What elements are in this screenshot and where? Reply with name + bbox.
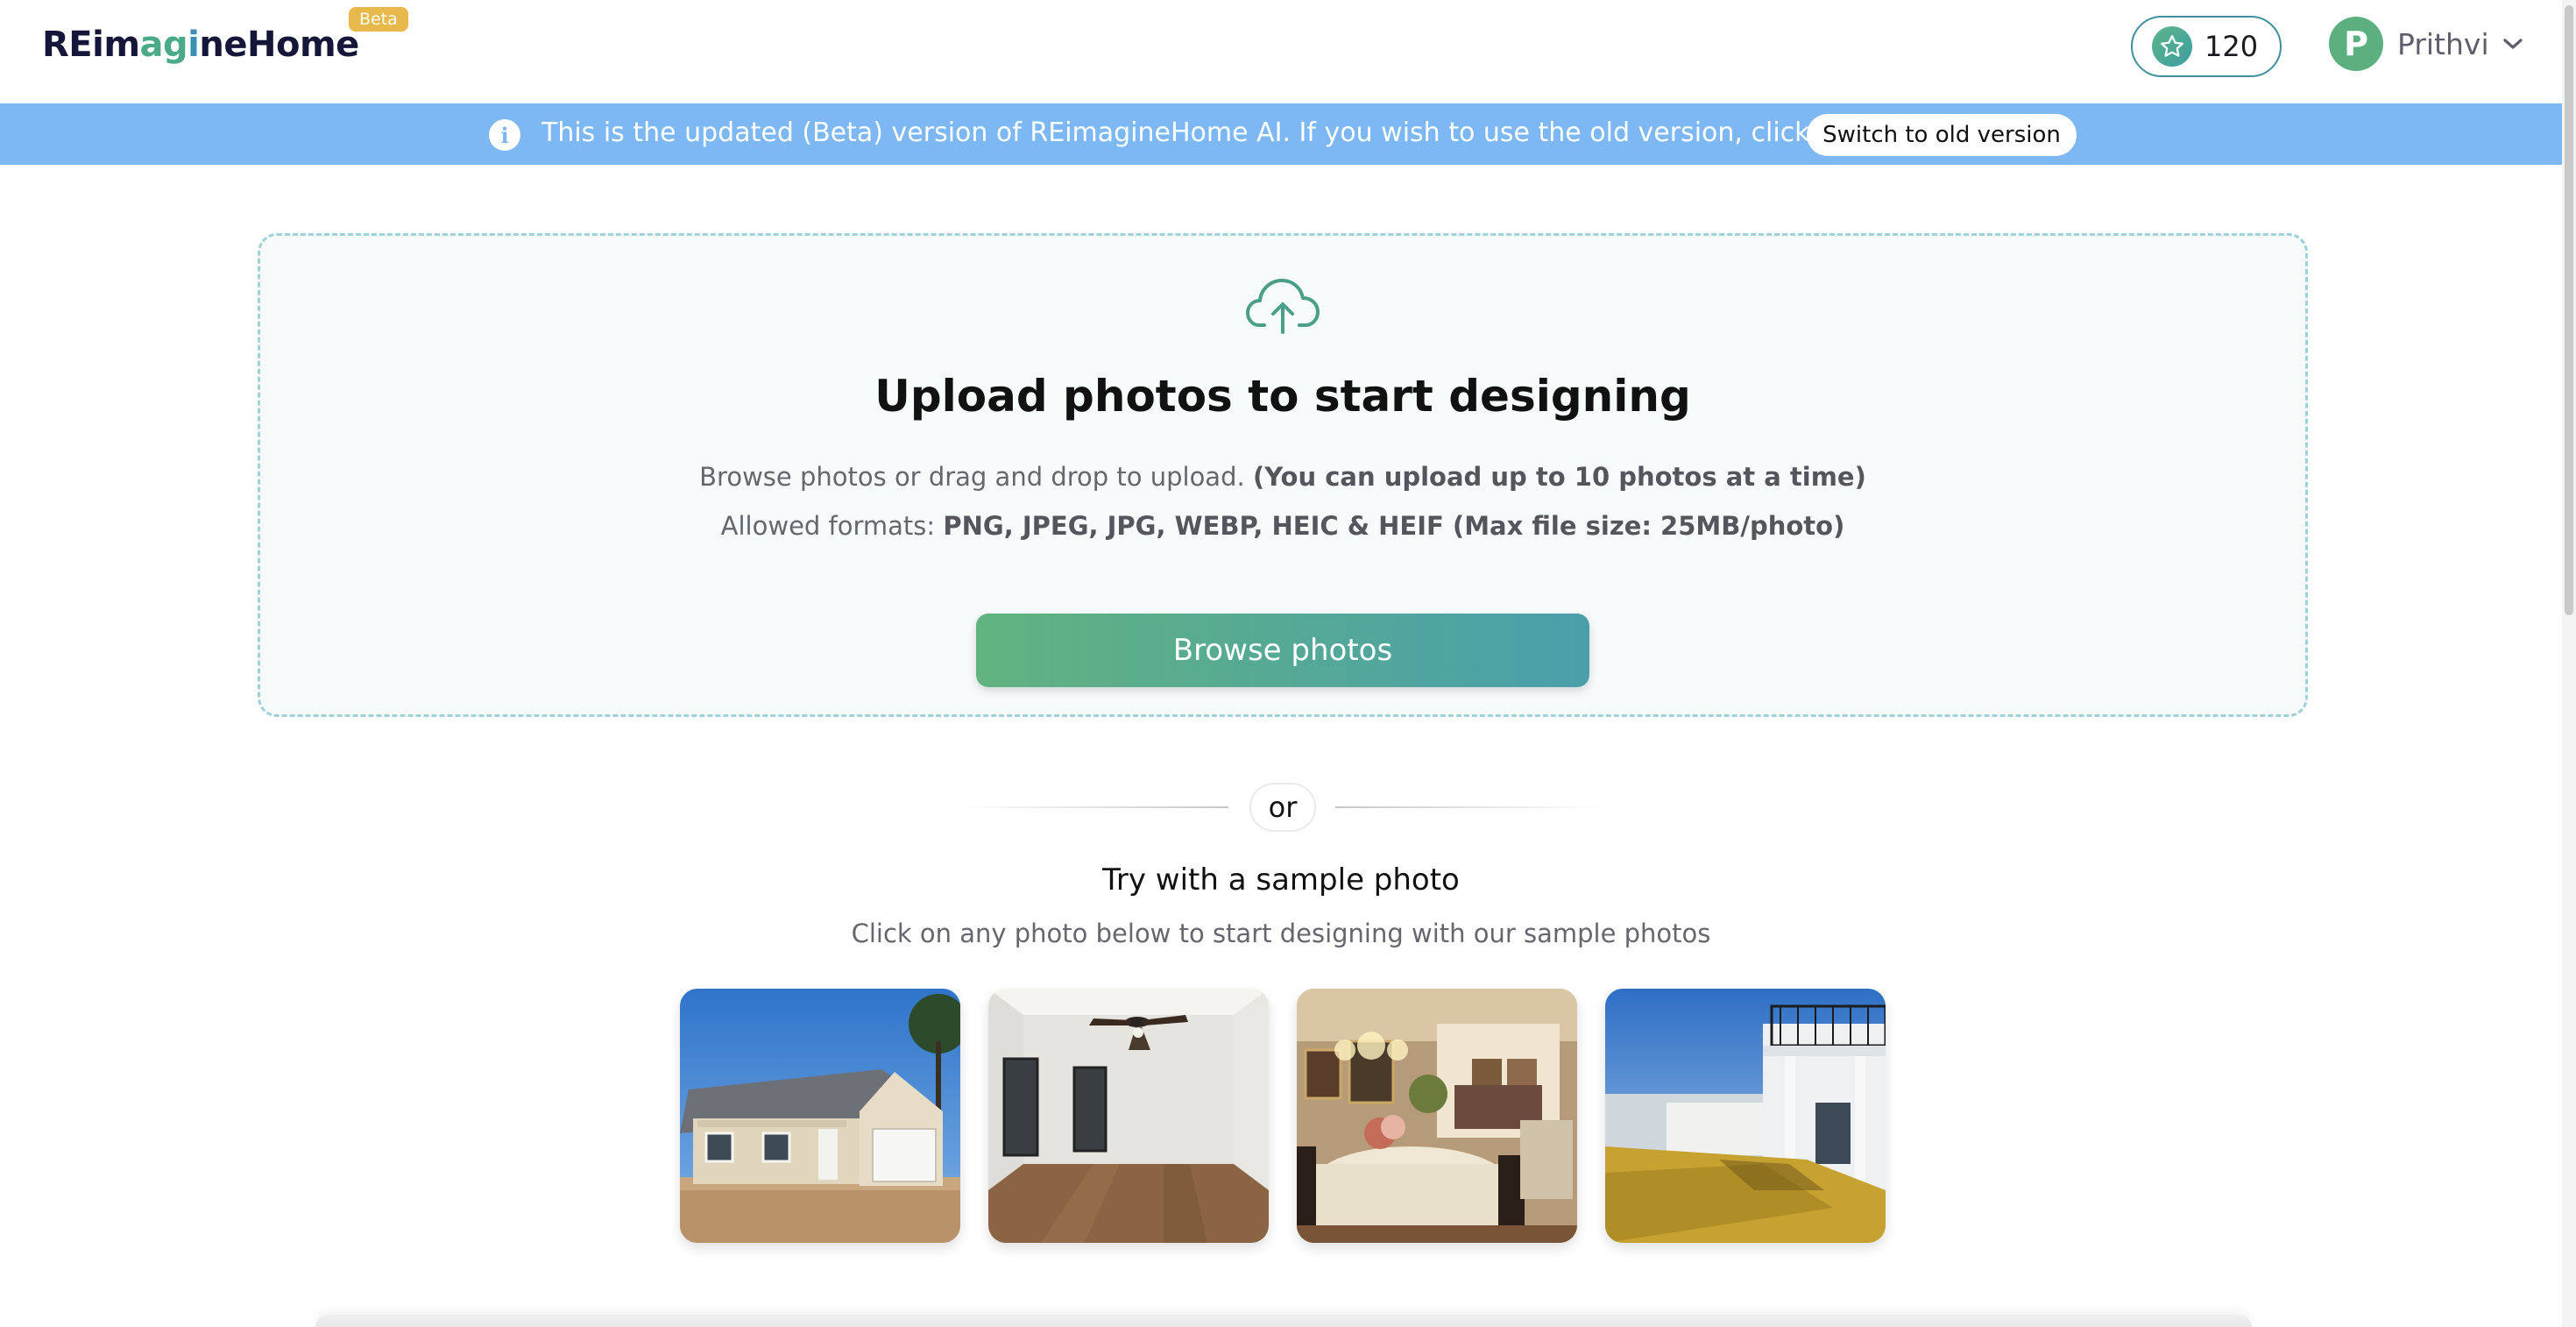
sample-photos	[680, 989, 1886, 1243]
credits-button[interactable]: 120	[2131, 16, 2282, 77]
logo-text-accent: i	[188, 25, 200, 65]
beta-info-banner: i This is the updated (Beta) version of …	[0, 103, 2562, 165]
top-header: REimagineHome Beta 120 P Prithvi	[0, 0, 2562, 103]
sample-photo-dining-room[interactable]	[1297, 989, 1577, 1243]
user-name: Prithvi	[2397, 26, 2489, 61]
beta-badge: Beta	[349, 7, 408, 32]
sample-section-subtitle: Click on any photo below to start design…	[851, 919, 1711, 948]
credits-count: 120	[2204, 30, 2259, 63]
banner-text[interactable]: This is the updated (Beta) version of RE…	[541, 117, 1878, 148]
chevron-down-icon	[2503, 39, 2523, 49]
or-divider: or	[1249, 783, 1316, 832]
bottom-panel-edge	[315, 1315, 2252, 1327]
cloud-upload-icon	[1246, 279, 1320, 334]
allowed-formats: Allowed formats: PNG, JPEG, JPG, WEBP, H…	[260, 511, 2305, 541]
divider-line-left	[955, 806, 1228, 808]
sample-photo-backyard[interactable]	[1605, 989, 1886, 1243]
app-logo[interactable]: REimagineHome	[42, 25, 359, 65]
upload-limit-text: (You can upload up to 10 photos at a tim…	[1252, 462, 1866, 492]
switch-to-old-version-button[interactable]: Switch to old version	[1807, 114, 2077, 156]
upload-instructions-text: Browse photos or drag and drop to upload…	[699, 462, 1253, 492]
upload-title: Upload photos to start designing	[874, 371, 1691, 422]
info-icon: i	[489, 119, 520, 151]
divider-line-right	[1335, 806, 1609, 808]
sample-photo-house-exterior[interactable]	[680, 989, 960, 1243]
logo-text-accent: g	[163, 25, 188, 65]
logo-text-accent: a	[139, 25, 164, 65]
allowed-formats-value: PNG, JPEG, JPG, WEBP, HEIC & HEIF (Max f…	[943, 511, 1845, 541]
scrollbar-thumb[interactable]	[2565, 5, 2573, 615]
avatar: P	[2329, 17, 2383, 71]
star-icon	[2152, 26, 2192, 67]
upload-instructions: Browse photos or drag and drop to upload…	[260, 462, 2305, 492]
sample-section-title: Try with a sample photo	[1102, 862, 1460, 898]
upload-dropzone[interactable]: Upload photos to start designing Browse …	[258, 233, 2308, 717]
logo-text: REim	[42, 25, 140, 65]
allowed-formats-label: Allowed formats:	[720, 511, 944, 541]
browse-photos-button[interactable]: Browse photos	[976, 614, 1589, 687]
sample-photo-empty-room[interactable]	[988, 989, 1269, 1243]
user-menu[interactable]: P Prithvi	[2329, 16, 2524, 72]
logo-text: neHome	[199, 25, 359, 65]
